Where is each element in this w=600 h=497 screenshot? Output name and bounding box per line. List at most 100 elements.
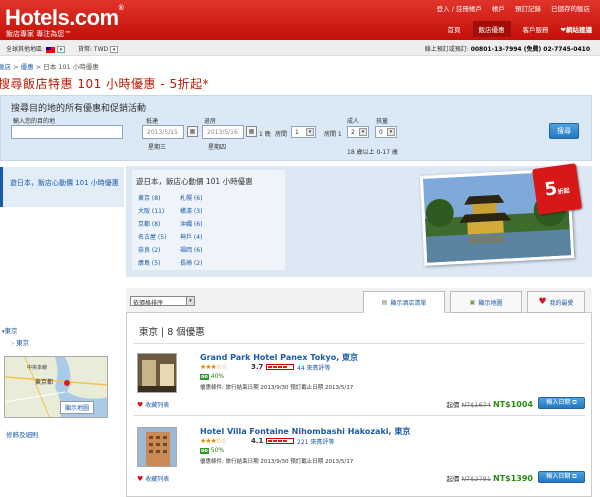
chevron-down-icon: ▾ (387, 128, 395, 136)
divider (133, 343, 585, 344)
children-select[interactable]: 0 ▾ (375, 126, 397, 138)
new-price: NT$1004 (493, 400, 533, 409)
breadcrumb: 飯店 > 優惠 > 日本 101 小時優惠 (0, 63, 99, 71)
chevron-down-icon: ▾ (110, 46, 119, 53)
city-link[interactable]: 福岡 (6) (180, 245, 202, 254)
nav-support[interactable]: 客戶服務 (523, 24, 549, 37)
sort-select[interactable]: 依價格排序 ▾ (130, 296, 195, 307)
tree-item-tokyo[interactable]: ▾東京 (2, 326, 29, 338)
search-button[interactable]: 搜尋 (549, 123, 579, 139)
star-rating: ★★★☆☆ (200, 363, 227, 371)
reviews-link[interactable]: 44 來賓評等 (297, 363, 331, 372)
tab-list-view[interactable]: ▤ 顯示酒店清單 (363, 291, 445, 313)
results-heading: 東京 | 8 個優惠 (139, 327, 205, 338)
rooms-select[interactable]: 1 ▾ (291, 126, 316, 138)
city-link[interactable]: 廣島 (5) (138, 258, 160, 267)
city-link[interactable]: 神戶 (4) (180, 232, 202, 241)
list-icon: ▤ (381, 298, 388, 306)
hotel-thumbnail[interactable] (137, 427, 177, 467)
calendar-icon[interactable]: ▦ (246, 126, 257, 137)
map-pin-icon (64, 380, 70, 386)
sidebar-map[interactable]: 中央本線 東京都 顯示地圖 (4, 356, 108, 418)
score-bar (266, 438, 294, 444)
filter-link[interactable]: 修飾及細則 (6, 429, 39, 439)
search-panel: 搜尋目的地的所有優惠和促銷活動 輸入您的目的地 抵達 2013/5/15 ▦ 星… (0, 95, 592, 161)
city-link[interactable]: 東京 (8) (138, 193, 160, 202)
hotels-logo[interactable]: Hotels.com® (5, 5, 124, 31)
city-link[interactable]: 名古屋 (5) (138, 232, 166, 241)
hotel-name-link[interactable]: Grand Park Hotel Panex Tokyo, 東京 (200, 352, 358, 363)
chevron-down-icon: ▾ (359, 128, 367, 136)
bookings-link[interactable]: 預訂記錄 (515, 3, 541, 13)
locale-selector[interactable]: 全球其他地區: ▾ (6, 44, 65, 53)
main-nav: 首頁 飯店優惠 客戶服務 ❤網站建議 (448, 21, 592, 37)
tab-map-view[interactable]: ▣ 顯示地圖 (450, 291, 522, 313)
guest-score: 4.1 (251, 437, 264, 445)
children-label: 孩童 (376, 118, 389, 125)
tab-favorites[interactable]: ♥ 我的最愛 (527, 291, 585, 313)
saved-hotels-link[interactable]: 已儲存的飯店 (551, 3, 590, 13)
results-panel: 東京 | 8 個優惠 Grand Park Hotel Panex Tokyo,… (126, 313, 592, 497)
destination-label: 輸入您的目的地 (13, 118, 56, 125)
price: 起價 NT$2781 NT$1390 (446, 474, 533, 483)
nav-deals[interactable]: 飯店優惠 (472, 21, 511, 37)
tripadvisor-icon: oo (200, 448, 209, 454)
star-rating: ★★★☆☆ (200, 437, 227, 445)
wishlist-link[interactable]: ♥ 收藏列表 (137, 400, 169, 409)
chevron-down-icon: ▾ (56, 46, 65, 53)
sidebar-spacer (0, 207, 124, 322)
heart-icon: ♥ (137, 475, 144, 483)
adults-label: 成人 (347, 118, 360, 125)
promo-title: 遊日本，飯店心動價 101 小時優惠 (136, 177, 253, 186)
currency-selector[interactable]: 貨幣: TWD ▾ (78, 44, 119, 53)
checkin-label: 抵達 (146, 118, 159, 125)
heart-icon: ♥ (137, 401, 144, 409)
checkout-input[interactable]: 2013/5/16 (202, 125, 244, 139)
city-link[interactable]: 札幌 (6) (180, 193, 202, 202)
room-1-label: 房間 1 (324, 131, 342, 138)
hotel-thumbnail[interactable] (137, 353, 177, 393)
nav-home[interactable]: 首頁 (448, 24, 461, 37)
checkin-input[interactable]: 2013/5/15 (142, 125, 184, 139)
wishlist-link[interactable]: ♥ 收藏列表 (137, 474, 169, 483)
promo-sidebar-box: 遊日本，飯店心動價 101 小時優惠 (0, 167, 124, 207)
guest-score: 3.7 (251, 363, 264, 371)
checkout-day: 星期四 (208, 144, 227, 151)
arrow-icon: ⧉ (572, 399, 577, 406)
map-label: 東京都 (35, 378, 53, 386)
flag-icon (45, 46, 55, 53)
city-link[interactable]: 京都 (8) (138, 219, 160, 228)
results-toolbar: 依價格排序 ▾ ▤ 顯示酒店清單 ▣ 顯示地圖 ♥ 我的最愛 (126, 288, 592, 313)
reviews-link[interactable]: 221 來賓評等 (297, 437, 334, 446)
site-feedback-link[interactable]: ❤網站建議 (561, 24, 592, 37)
site-header: Hotels.com® 飯店專家 專注為您™ 登入 / 註冊帳戶 帳戶 預訂記錄… (0, 0, 600, 40)
city-link[interactable]: 奈良 (2) (138, 245, 160, 254)
city-link[interactable]: 長崎 (2) (180, 258, 202, 267)
city-link[interactable]: 大阪 (11) (138, 206, 164, 215)
tree-item-tokyo-sub[interactable]: › 東京 (2, 338, 29, 350)
rooms-label: 房間 (275, 131, 288, 138)
city-link[interactable]: 沖繩 (6) (180, 219, 202, 228)
enter-dates-button[interactable]: 輸入日期 ⧉ (538, 397, 585, 409)
hotel-card: Grand Park Hotel Panex Tokyo, 東京 ★★★☆☆ 3… (127, 350, 593, 420)
nights-count: 1 晚 (259, 131, 271, 138)
chevron-down-icon: ▾ (186, 297, 194, 305)
price: 起價 NT$1674 NT$1004 (446, 400, 533, 409)
destination-input[interactable] (11, 125, 123, 139)
breadcrumb-deals[interactable]: 優惠 (21, 63, 34, 71)
hotel-card: Hotel Villa Fontaine Nihombashi Hakozaki… (127, 424, 593, 494)
login-link[interactable]: 登入 / 註冊帳戶 (437, 3, 482, 13)
breadcrumb-current: 日本 101 小時優惠 (43, 63, 99, 71)
sub-bar: 全球其他地區: ▾ 貨幣: TWD ▾ 線上預訂或預訂: 00801-13-79… (0, 40, 600, 56)
account-link[interactable]: 帳戶 (492, 3, 505, 13)
adults-select[interactable]: 2 ▾ (347, 126, 369, 138)
page-title: 搜尋飯店特惠 101 小時優惠 - 5折起* (0, 77, 210, 91)
show-map-button[interactable]: 顯示地圖 (60, 401, 95, 414)
enter-dates-button[interactable]: 輸入日期 ⧉ (538, 471, 585, 483)
promo-sidebar-link[interactable]: 遊日本，飯店心動價 101 小時優惠 (10, 178, 125, 189)
calendar-icon[interactable]: ▦ (187, 126, 198, 137)
hotel-name-link[interactable]: Hotel Villa Fontaine Nihombashi Hakozaki… (200, 426, 410, 437)
checkin-day: 星期三 (148, 144, 167, 151)
city-link[interactable]: 橫濱 (3) (180, 206, 202, 215)
breadcrumb-hotels[interactable]: 飯店 (0, 63, 11, 71)
